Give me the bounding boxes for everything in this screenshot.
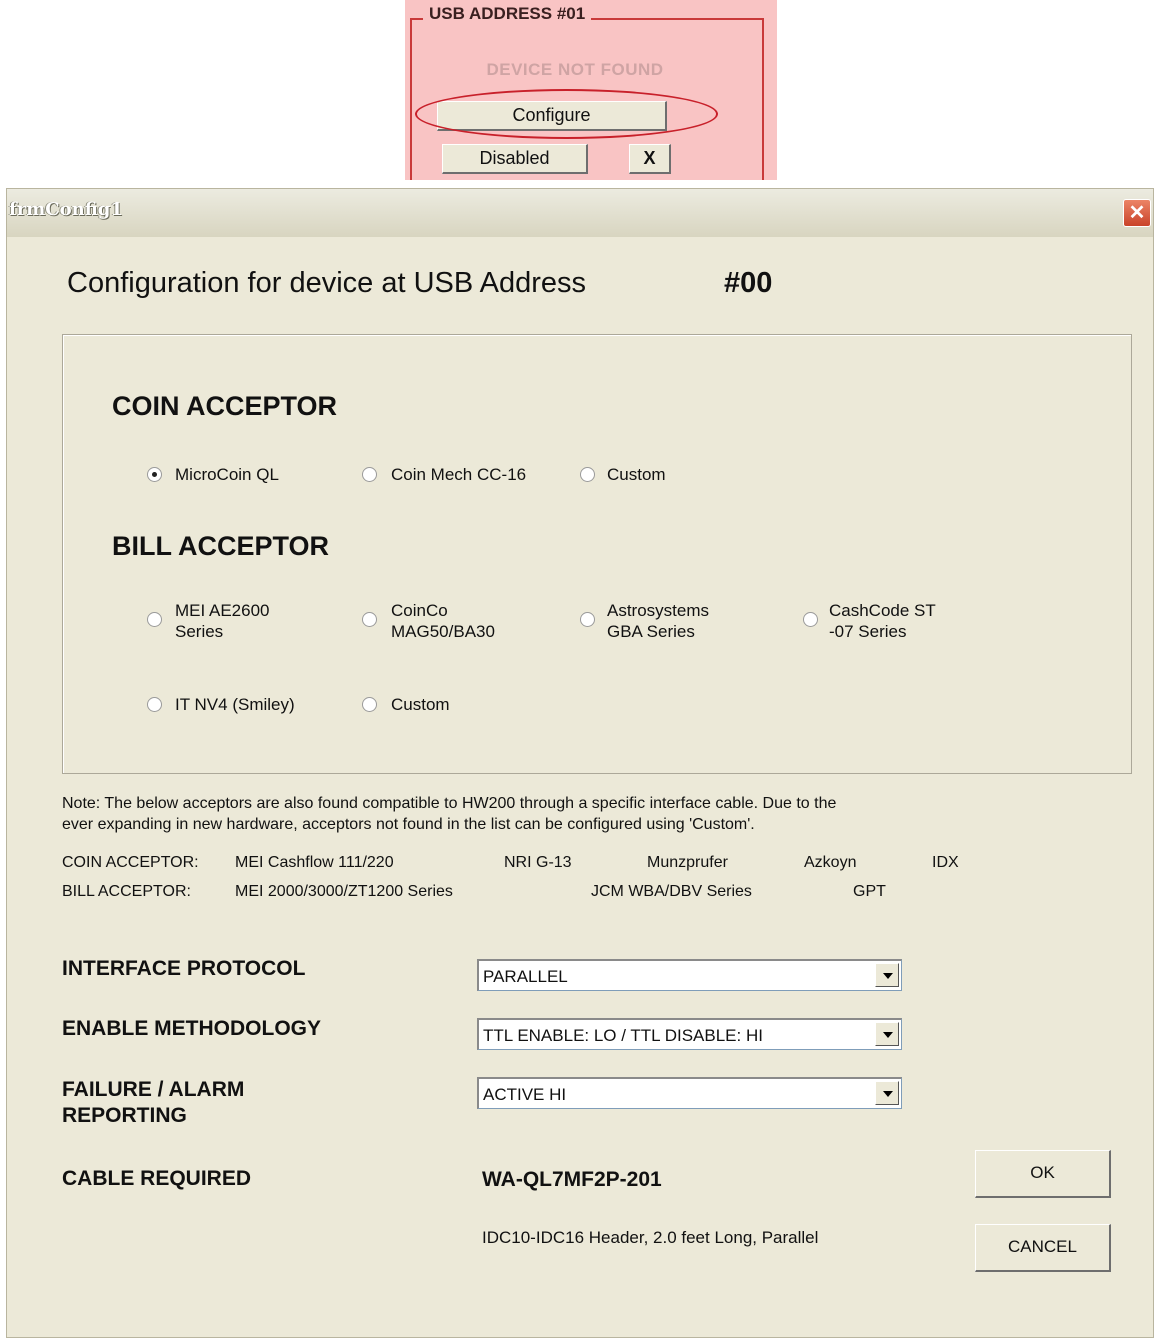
title-bar: frmConfig1 ✕ bbox=[7, 189, 1153, 237]
radio-label-coinco-mag50: CoinCo MAG50/BA30 bbox=[391, 600, 495, 642]
compatible-coin-item: IDX bbox=[932, 854, 959, 871]
cable-description: IDC10-IDC16 Header, 2.0 feet Long, Paral… bbox=[482, 1228, 819, 1247]
interface-protocol-value: PARALLEL bbox=[483, 967, 568, 986]
cable-required-label: CABLE REQUIRED bbox=[62, 1167, 252, 1190]
radio-coin-mech-cc16[interactable] bbox=[362, 467, 377, 482]
compatible-bill-item: GPT bbox=[853, 883, 886, 900]
compatible-coin-item: NRI G-13 bbox=[504, 854, 572, 871]
enable-methodology-value: TTL ENABLE: LO / TTL DISABLE: HI bbox=[483, 1026, 763, 1045]
config-dialog: frmConfig1 ✕ Configuration for device at… bbox=[6, 188, 1154, 1338]
usb-address-value: #00 bbox=[724, 267, 773, 299]
failure-alarm-value: ACTIVE HI bbox=[483, 1085, 567, 1104]
device-status-text: DEVICE NOT FOUND bbox=[486, 60, 664, 79]
radio-it-nv4[interactable] bbox=[147, 697, 162, 712]
radio-mei-ae2600[interactable] bbox=[147, 612, 162, 627]
radio-label-bill-custom: Custom bbox=[391, 695, 450, 714]
bill-acceptor-heading: BILL ACCEPTOR bbox=[112, 531, 330, 561]
compatible-bill-label: BILL ACCEPTOR: bbox=[62, 883, 191, 900]
compatible-bill-item: MEI 2000/3000/ZT1200 Series bbox=[235, 883, 453, 900]
remove-x-button[interactable]: X bbox=[629, 144, 671, 174]
disabled-button[interactable]: Disabled bbox=[442, 144, 588, 174]
label-line: MAG50/BA30 bbox=[391, 622, 495, 641]
radio-bill-custom[interactable] bbox=[362, 697, 377, 712]
label-line: Astrosystems bbox=[607, 601, 710, 620]
label-line: Series bbox=[175, 622, 224, 641]
note-line-1: Note: The below acceptors are also found… bbox=[62, 795, 837, 812]
failure-alarm-label: FAILURE / ALARM REPORTING bbox=[62, 1077, 244, 1129]
coin-acceptor-heading: COIN ACCEPTOR bbox=[112, 391, 338, 421]
radio-label-coin-custom: Custom bbox=[607, 465, 666, 484]
chevron-down-icon[interactable] bbox=[875, 1081, 899, 1105]
highlight-oval bbox=[415, 89, 718, 139]
note-line-2: ever expanding in new hardware, acceptor… bbox=[62, 816, 755, 833]
enable-methodology-select[interactable]: TTL ENABLE: LO / TTL DISABLE: HI bbox=[477, 1018, 902, 1050]
enable-methodology-label: ENABLE METHODOLOGY bbox=[62, 1017, 322, 1040]
radio-coinco-mag50[interactable] bbox=[362, 612, 377, 627]
label-line: CashCode ST bbox=[829, 601, 936, 620]
radio-microcoin-ql[interactable] bbox=[147, 467, 162, 482]
ok-button[interactable]: OK bbox=[975, 1150, 1111, 1198]
close-icon[interactable]: ✕ bbox=[1123, 199, 1151, 227]
label-line: REPORTING bbox=[62, 1104, 187, 1127]
radio-label-coin-mech-cc16: Coin Mech CC-16 bbox=[391, 465, 527, 484]
label-line: FAILURE / ALARM bbox=[62, 1078, 245, 1101]
radio-label-mei-ae2600: MEI AE2600 Series bbox=[175, 600, 270, 642]
compatible-coin-item: Munzprufer bbox=[647, 854, 728, 871]
radio-label-microcoin-ql: MicroCoin QL bbox=[175, 465, 279, 484]
interface-protocol-select[interactable]: PARALLEL bbox=[477, 959, 902, 991]
label-line: MEI AE2600 bbox=[175, 601, 270, 620]
label-line: -07 Series bbox=[829, 622, 907, 641]
failure-alarm-select[interactable]: ACTIVE HI bbox=[477, 1077, 902, 1109]
chevron-down-icon[interactable] bbox=[875, 1022, 899, 1046]
window-title: frmConfig1 bbox=[9, 199, 123, 220]
page-title: Configuration for device at USB Address bbox=[67, 267, 587, 299]
cancel-button[interactable]: CANCEL bbox=[975, 1224, 1111, 1272]
compatible-coin-label: COIN ACCEPTOR: bbox=[62, 854, 199, 871]
usb-address-01-panel: USB ADDRESS #01 DEVICE NOT FOUND Configu… bbox=[405, 0, 777, 180]
label-line: CoinCo bbox=[391, 601, 448, 620]
compatible-coin-item: Azkoyn bbox=[804, 854, 857, 871]
usb-address-group-divider bbox=[762, 18, 764, 180]
compatible-bill-item: JCM WBA/DBV Series bbox=[591, 883, 752, 900]
radio-label-cashcode-st: CashCode ST -07 Series bbox=[829, 600, 936, 642]
radio-coin-custom[interactable] bbox=[580, 467, 595, 482]
radio-label-astrosystems: Astrosystems GBA Series bbox=[607, 600, 709, 642]
cable-part-number: WA-QL7MF2P-201 bbox=[482, 1168, 662, 1191]
usb-address-group-label: USB ADDRESS #01 bbox=[423, 4, 592, 24]
label-line: GBA Series bbox=[607, 622, 695, 641]
chevron-down-icon[interactable] bbox=[875, 963, 899, 987]
radio-label-it-nv4: IT NV4 (Smiley) bbox=[175, 695, 295, 714]
radio-cashcode-st[interactable] bbox=[803, 612, 818, 627]
interface-protocol-label: INTERFACE PROTOCOL bbox=[62, 957, 306, 980]
compatible-coin-item: MEI Cashflow 111/220 bbox=[235, 854, 394, 871]
radio-astrosystems[interactable] bbox=[580, 612, 595, 627]
